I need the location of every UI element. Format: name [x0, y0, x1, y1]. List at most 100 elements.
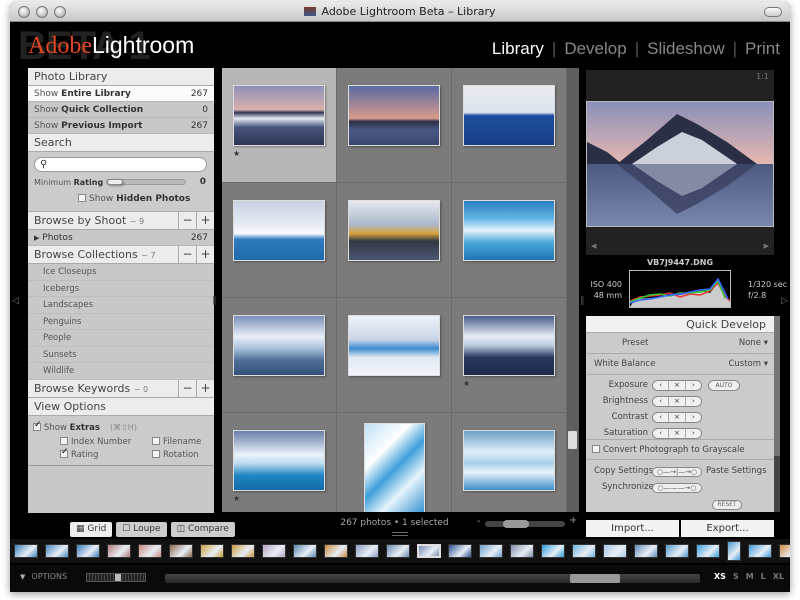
reset-button[interactable]: ×: [669, 397, 686, 406]
filmstrip-thumbnail[interactable]: [107, 544, 131, 558]
filmstrip-thumbnail[interactable]: [138, 544, 162, 558]
module-library[interactable]: Library: [492, 39, 544, 58]
contrast-stepper[interactable]: ‹ × ›: [652, 412, 702, 423]
show-quick-collection[interactable]: Show Quick Collection 0: [28, 102, 214, 118]
filmstrip-thumbnail[interactable]: [572, 544, 596, 558]
filename-checkbox[interactable]: Filename: [152, 436, 201, 447]
grid-cell[interactable]: ★: [222, 68, 337, 183]
filmstrip-thumbnail[interactable]: [779, 544, 790, 558]
add-collection-button[interactable]: +: [196, 246, 214, 264]
reset-button[interactable]: ×: [669, 381, 686, 390]
filmstrip-thumbnail[interactable]: [14, 544, 38, 558]
module-develop[interactable]: Develop: [564, 39, 626, 58]
filmstrip-thumbnail[interactable]: [603, 544, 627, 558]
show-entire-library[interactable]: Show Entire Library 267: [28, 86, 214, 102]
increase-button[interactable]: ›: [686, 429, 701, 438]
grid-cell[interactable]: [337, 183, 452, 298]
rating-star-icon[interactable]: ★: [233, 494, 240, 503]
import-button[interactable]: Import...: [586, 520, 679, 537]
filmstrip-thumbnail[interactable]: [541, 544, 565, 558]
grid-view-button[interactable]: ▦ Grid: [70, 522, 113, 537]
filmstrip-thumbnail[interactable]: [45, 544, 69, 558]
filmstrip-thumbnail[interactable]: [76, 544, 100, 558]
size-m[interactable]: M: [746, 572, 754, 581]
decrease-button[interactable]: ‹: [653, 381, 670, 390]
checkbox[interactable]: [60, 436, 68, 445]
collection-item[interactable]: Ice Closeups: [28, 264, 214, 281]
filmstrip-thumbnail[interactable]: [727, 541, 741, 561]
search-header[interactable]: Search: [28, 134, 214, 152]
grid-cell[interactable]: [222, 298, 337, 413]
view-options-header[interactable]: View Options: [28, 397, 214, 416]
scrollbar-thumb[interactable]: [570, 574, 620, 583]
remove-keyword-button[interactable]: −: [178, 379, 196, 398]
filmstrip-scrollbar[interactable]: [165, 574, 700, 583]
size-s[interactable]: S: [733, 572, 739, 581]
filmstrip-resize-grip[interactable]: [392, 532, 408, 536]
grid-cell[interactable]: [337, 298, 452, 413]
rating-checkbox[interactable]: Rating: [60, 447, 98, 460]
filmstrip-thumbnail[interactable]: [231, 544, 255, 558]
filmstrip-thumbnail[interactable]: [748, 544, 772, 558]
collection-item[interactable]: Icebergs: [28, 280, 214, 297]
photo-library-header[interactable]: Photo Library: [28, 68, 214, 86]
filmstrip-speed-slider[interactable]: [86, 573, 146, 582]
thumbnail-size-increase[interactable]: +: [569, 515, 577, 526]
filmstrip-thumbnail[interactable]: [386, 544, 410, 558]
grid-cell[interactable]: [452, 413, 567, 512]
photo-thumbnail[interactable]: [233, 430, 325, 491]
grid-cell[interactable]: [452, 183, 567, 298]
photo-thumbnail[interactable]: [348, 315, 440, 376]
browse-keywords-header[interactable]: Browse Keywords ~ 0 − +: [28, 379, 214, 398]
photo-thumbnail[interactable]: [463, 315, 555, 376]
exposure-stepper[interactable]: ‹ × ›: [652, 380, 702, 391]
synchronize-button[interactable]: ○———→○: [652, 483, 702, 493]
checkbox[interactable]: [78, 194, 86, 202]
reset-all-button[interactable]: RESET: [712, 500, 742, 510]
filmstrip-thumbnail[interactable]: [696, 544, 720, 558]
filmstrip-thumbnail[interactable]: [293, 544, 317, 558]
show-extras-checkbox[interactable]: Show Extras (⌘⇧H): [33, 420, 137, 433]
rating-star-icon[interactable]: ★: [463, 379, 470, 388]
remove-collection-button[interactable]: −: [178, 246, 196, 264]
show-hidden-photos-checkbox[interactable]: Show Hidden Photos: [78, 194, 190, 204]
filmstrip-thumbnail[interactable]: [448, 544, 472, 558]
browse-collections-header[interactable]: Browse Collections ~ 7 − +: [28, 246, 214, 264]
loupe-view-button[interactable]: ☐ Loupe: [116, 522, 167, 537]
toolbar-toggle-button[interactable]: [764, 7, 782, 17]
filmstrip-thumbnail[interactable]: [665, 544, 689, 558]
grid-cell[interactable]: ★: [452, 298, 567, 413]
size-xl[interactable]: XL: [773, 572, 784, 581]
checkbox[interactable]: [592, 445, 600, 453]
filmstrip-thumbnail[interactable]: [200, 544, 224, 558]
checkbox[interactable]: [33, 420, 42, 431]
scrollbar-thumb[interactable]: [568, 431, 577, 449]
grid-cell[interactable]: ★: [222, 413, 337, 512]
decrease-button[interactable]: ‹: [653, 397, 670, 406]
add-keyword-button[interactable]: +: [196, 379, 214, 398]
filmstrip-thumbnail[interactable]: [479, 544, 503, 558]
photo-thumbnail[interactable]: [233, 200, 325, 261]
slider-thumb[interactable]: [503, 520, 529, 528]
grid-cell[interactable]: [222, 183, 337, 298]
photo-thumbnail[interactable]: [364, 423, 425, 512]
photo-thumbnail[interactable]: [463, 200, 555, 261]
previous-photo-icon[interactable]: ◀: [591, 242, 596, 250]
size-l[interactable]: L: [761, 572, 766, 581]
navigator-preview-image[interactable]: [586, 101, 774, 227]
copy-paste-settings-toggle[interactable]: ○—→|—→○: [652, 467, 702, 477]
filmstrip-options-button[interactable]: ▼ OPTIONS: [20, 572, 67, 581]
checkbox[interactable]: [152, 436, 160, 445]
checkbox[interactable]: [60, 447, 69, 458]
show-previous-import[interactable]: Show Previous Import 267: [28, 118, 214, 134]
rating-star-icon[interactable]: ★: [233, 149, 240, 158]
increase-button[interactable]: ›: [686, 397, 701, 406]
grid-cell[interactable]: ★: [337, 413, 452, 512]
filmstrip-thumbnail[interactable]: [262, 544, 286, 558]
grid-scrollbar[interactable]: [567, 68, 579, 512]
shoot-photos-row[interactable]: ▶ Photos 267: [28, 230, 214, 246]
decrease-button[interactable]: ‹: [653, 413, 670, 422]
collection-item[interactable]: Penguins: [28, 313, 214, 330]
search-input[interactable]: ⚲: [34, 157, 207, 172]
left-panel-toggle-icon[interactable]: ◁: [12, 296, 19, 306]
